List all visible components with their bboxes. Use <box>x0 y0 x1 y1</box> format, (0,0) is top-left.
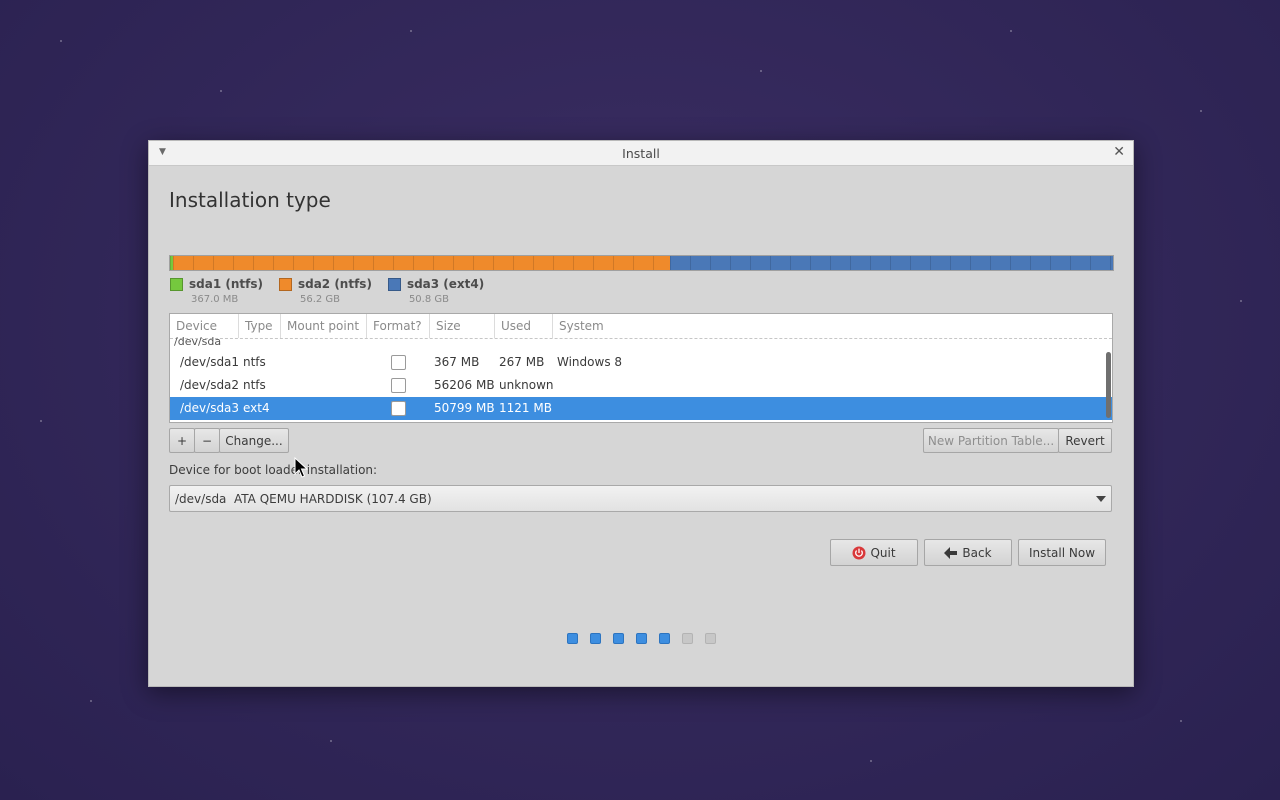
install-now-button[interactable]: Install Now <box>1018 539 1106 566</box>
row-size: 56206 MB <box>434 378 495 392</box>
page-title: Installation type <box>169 188 331 212</box>
table-row[interactable]: /dev/sda3 ext4 50799 MB 1121 MB <box>170 397 1112 420</box>
installer-window: ▼ Install ✕ Installation type sda1 (ntfs… <box>148 140 1134 687</box>
column-header-mount-point[interactable]: Mount point <box>287 319 359 333</box>
legend-partition-name: sda1 (ntfs) <box>189 277 263 291</box>
progress-step-dot <box>567 633 578 644</box>
disk-bar-used-fill <box>170 256 173 270</box>
format-checkbox[interactable] <box>391 401 406 416</box>
boot-loader-label: Device for boot loader installation: <box>169 463 378 477</box>
progress-dots <box>567 633 716 644</box>
column-header-used[interactable]: Used <box>501 319 531 333</box>
disk-bar-segment <box>173 256 670 270</box>
revert-button[interactable]: Revert <box>1058 428 1112 453</box>
row-used: 267 MB <box>499 355 545 369</box>
legend-swatch <box>387 278 401 291</box>
title-bar: ▼ Install ✕ <box>149 141 1133 166</box>
disk-bar-used-fill <box>669 256 1113 270</box>
row-used: unknown <box>499 378 554 392</box>
remove-partition-button[interactable]: − <box>194 428 220 453</box>
table-row[interactable]: /dev/sda1 ntfs 367 MB 267 MB Windows 8 <box>170 351 1112 374</box>
boot-loader-device-select[interactable]: /dev/sda ATA QEMU HARDDISK (107.4 GB) <box>169 485 1112 512</box>
row-device: /dev/sda2 <box>180 378 240 392</box>
column-header-device[interactable]: Device <box>176 319 217 333</box>
partition-table: Device Type Mount point Format? Size Use… <box>169 313 1113 423</box>
table-scrollbar[interactable] <box>1106 352 1111 418</box>
row-device: /dev/sda3 <box>180 401 240 415</box>
row-size: 50799 MB <box>434 401 495 415</box>
legend-partition-size: 367.0 MB <box>191 294 239 305</box>
legend-swatch <box>278 278 292 291</box>
power-icon <box>852 546 866 560</box>
column-header-format[interactable]: Format? <box>373 319 422 333</box>
row-type: ntfs <box>243 378 266 392</box>
close-icon[interactable]: ✕ <box>1113 144 1125 160</box>
boot-device-description: ATA QEMU HARDDISK (107.4 GB) <box>234 492 432 506</box>
boot-device-value: /dev/sda <box>175 492 227 506</box>
disk-legend: sda1 (ntfs) 367.0 MB sda2 (ntfs) 56.2 GB sda… <box>170 277 484 305</box>
column-header-type[interactable]: Type <box>245 319 273 333</box>
window-title: Install <box>622 146 660 161</box>
progress-step-dot <box>590 633 601 644</box>
row-device: /dev/sda1 <box>180 355 240 369</box>
table-row[interactable]: /dev/sda2 ntfs 56206 MB unknown <box>170 374 1112 397</box>
legend-partition-size: 56.2 GB <box>299 294 341 305</box>
add-partition-button[interactable]: + <box>169 428 195 453</box>
table-header: Device Type Mount point Format? Size Use… <box>170 314 1112 339</box>
row-used: 1121 MB <box>499 401 552 415</box>
mouse-cursor-icon <box>294 457 309 478</box>
disk-group-label: /dev/sda <box>174 335 222 348</box>
disk-bar-used-fill <box>173 256 670 270</box>
legend-item: sda2 (ntfs) 56.2 GB <box>278 277 372 305</box>
chevron-down-icon <box>1096 496 1106 502</box>
legend-swatch <box>170 278 183 291</box>
column-header-system[interactable]: System <box>559 319 604 333</box>
change-partition-button[interactable]: Change... <box>219 428 289 453</box>
quit-label: Quit <box>870 545 896 560</box>
progress-step-dot <box>636 633 647 644</box>
column-header-size[interactable]: Size <box>436 319 461 333</box>
disk-usage-bar <box>169 255 1114 271</box>
quit-button[interactable]: Quit <box>830 539 918 566</box>
legend-partition-name: sda2 (ntfs) <box>297 277 372 291</box>
row-type: ntfs <box>243 355 266 369</box>
format-checkbox[interactable] <box>391 355 406 370</box>
row-size: 367 MB <box>434 355 480 369</box>
progress-step-dot <box>659 633 670 644</box>
legend-item: sda3 (ext4) 50.8 GB <box>387 277 485 305</box>
new-partition-table-button[interactable]: New Partition Table... <box>923 428 1059 453</box>
row-system: Windows 8 <box>557 355 623 369</box>
progress-step-dot <box>613 633 624 644</box>
row-type: ext4 <box>243 401 270 415</box>
arrow-left-icon <box>944 546 958 559</box>
legend-partition-size: 50.8 GB <box>408 294 449 305</box>
back-label: Back <box>962 545 992 560</box>
progress-step-dot <box>682 633 693 644</box>
legend-partition-name: sda3 (ext4) <box>406 277 485 291</box>
legend-item: sda1 (ntfs) 367.0 MB <box>170 277 263 305</box>
format-checkbox[interactable] <box>391 378 406 393</box>
disk-bar-segment <box>669 256 1113 270</box>
back-button[interactable]: Back <box>924 539 1012 566</box>
progress-step-dot <box>705 633 716 644</box>
